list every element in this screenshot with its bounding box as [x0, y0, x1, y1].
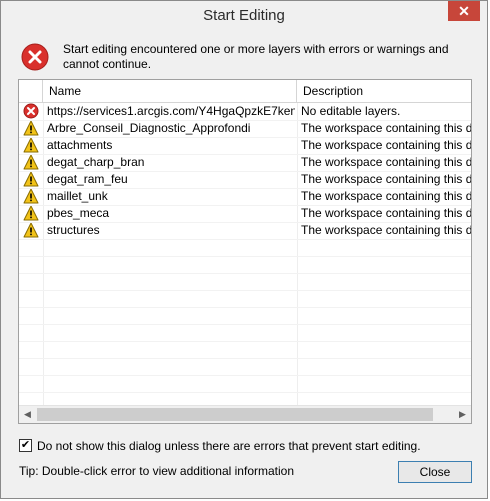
layer-description: The workspace containing this data [301, 223, 471, 237]
table-row[interactable]: attachments The workspace containing this… [19, 137, 471, 154]
layer-name: structures [47, 223, 100, 237]
row-divider [19, 392, 471, 393]
warning-icon [23, 205, 41, 222]
layer-name: maillet_unk [47, 189, 108, 203]
row-divider [19, 341, 471, 342]
row-divider [19, 154, 471, 155]
name-column-header[interactable]: Name [43, 80, 297, 102]
layer-description: No editable layers. [301, 104, 401, 118]
row-divider [19, 290, 471, 291]
row-divider [19, 307, 471, 308]
layer-description: The workspace containing this data [301, 172, 471, 186]
layer-description: The workspace containing this data [301, 155, 471, 169]
row-divider [19, 375, 471, 376]
scroll-right-icon[interactable]: ▶ [454, 406, 471, 423]
row-divider [19, 358, 471, 359]
table-body: https://services1.arcgis.com/Y4HgaQpzkE7… [19, 103, 471, 408]
error-message: Start editing encountered one or more la… [63, 42, 449, 71]
row-divider [19, 239, 471, 240]
warning-icon [23, 137, 41, 154]
layer-name: Arbre_Conseil_Diagnostic_Approfondi [47, 121, 251, 135]
warning-icon [23, 154, 41, 171]
window-title: Start Editing [203, 7, 285, 24]
layer-name: attachments [47, 138, 113, 152]
table-row[interactable]: https://services1.arcgis.com/Y4HgaQpzkE7… [19, 103, 471, 120]
warning-icon [23, 222, 41, 239]
table-row[interactable]: pbes_meca The workspace containing this d… [19, 205, 471, 222]
start-editing-dialog: Start Editing ✕ Start editing encountere… [0, 0, 488, 499]
table-header: Name Description [19, 80, 471, 103]
dont-show-label[interactable]: Do not show this dialog unless there are… [37, 439, 421, 453]
table-row[interactable]: structures The workspace containing this … [19, 222, 471, 239]
layer-name: pbes_meca [47, 206, 110, 220]
warning-icon [23, 188, 41, 205]
icon-column-header [19, 80, 43, 102]
row-divider [19, 188, 471, 189]
warning-icon [23, 120, 41, 137]
row-divider [19, 205, 471, 206]
layer-name: https://services1.arcgis.com/Y4HgaQpzkE7… [47, 104, 295, 118]
dialog-content: Start editing encountered one or more la… [9, 31, 479, 492]
title-bar: Start Editing ✕ [1, 1, 487, 31]
window-close-button[interactable]: ✕ [448, 1, 480, 21]
scrollbar-thumb[interactable] [37, 408, 433, 421]
table-row[interactable]: degat_charp_bran The workspace containing… [19, 154, 471, 171]
description-column-header[interactable]: Description [297, 80, 471, 102]
layer-description: The workspace containing this data [301, 138, 471, 152]
layer-name: degat_ram_feu [47, 172, 128, 186]
scroll-left-icon[interactable]: ◀ [19, 406, 36, 423]
layer-description: The workspace containing this data [301, 206, 471, 220]
row-divider [19, 273, 471, 274]
row-divider [19, 324, 471, 325]
warning-icon [23, 171, 41, 188]
error-icon [21, 43, 49, 76]
table-row[interactable]: Arbre_Conseil_Diagnostic_Approfondi The w… [19, 120, 471, 137]
row-divider [19, 120, 471, 121]
layer-description: The workspace containing this data [301, 189, 471, 203]
layer-description: The workspace containing this data [301, 121, 471, 135]
row-divider [19, 137, 471, 138]
horizontal-scrollbar[interactable]: ◀ ▶ [19, 405, 471, 423]
dont-show-checkbox[interactable]: ✔ [19, 439, 32, 452]
table-row[interactable]: maillet_unk The workspace containing this… [19, 188, 471, 205]
row-divider [19, 171, 471, 172]
table-row[interactable]: degat_ram_feu The workspace containing th… [19, 171, 471, 188]
close-button[interactable]: Close [398, 461, 472, 483]
tip-text: Tip: Double-click error to view addition… [19, 464, 295, 478]
layer-name: degat_charp_bran [47, 155, 145, 169]
error-icon [23, 103, 41, 120]
layers-table[interactable]: Name Description https://services1.arcgi… [18, 79, 472, 424]
row-divider [19, 256, 471, 257]
row-divider [19, 222, 471, 223]
